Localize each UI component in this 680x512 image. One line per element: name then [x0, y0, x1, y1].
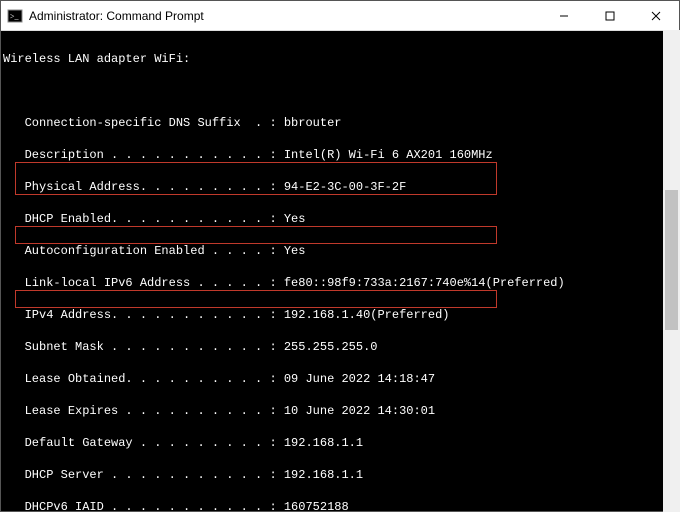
window-controls	[541, 1, 679, 30]
minimize-button[interactable]	[541, 1, 587, 30]
window-title: Administrator: Command Prompt	[29, 9, 541, 23]
line-autoconfig: Autoconfiguration Enabled . . . . : Yes	[3, 243, 677, 259]
line-ipv6: Link-local IPv6 Address . . . . . : fe80…	[3, 275, 677, 291]
line-subnet: Subnet Mask . . . . . . . . . . . : 255.…	[3, 339, 677, 355]
line-dns-suffix: Connection-specific DNS Suffix . : bbrou…	[3, 115, 677, 131]
scrollbar-thumb[interactable]	[665, 190, 678, 330]
terminal-body[interactable]: Wireless LAN adapter WiFi: Connection-sp…	[1, 31, 679, 511]
line-phys-addr: Physical Address. . . . . . . . . : 94-E…	[3, 179, 677, 195]
line-gateway: Default Gateway . . . . . . . . . : 192.…	[3, 435, 677, 451]
cmd-icon: >_	[7, 8, 23, 24]
maximize-button[interactable]	[587, 1, 633, 30]
titlebar[interactable]: >_ Administrator: Command Prompt	[1, 1, 679, 31]
line-lease-obtained: Lease Obtained. . . . . . . . . . : 09 J…	[3, 371, 677, 387]
line-ipv4: IPv4 Address. . . . . . . . . . . : 192.…	[3, 307, 677, 323]
line-dhcp-enabled: DHCP Enabled. . . . . . . . . . . : Yes	[3, 211, 677, 227]
line-dhcpv6-iaid: DHCPv6 IAID . . . . . . . . . . . : 1607…	[3, 499, 677, 511]
close-button[interactable]	[633, 1, 679, 30]
highlight-gateway	[15, 226, 497, 244]
window-frame: >_ Administrator: Command Prompt Wireles…	[0, 0, 680, 512]
svg-text:>_: >_	[10, 12, 20, 21]
line-lease-expires: Lease Expires . . . . . . . . . . : 10 J…	[3, 403, 677, 419]
vertical-scrollbar[interactable]	[663, 30, 680, 512]
line-description: Description . . . . . . . . . . . : Inte…	[3, 147, 677, 163]
highlight-dns	[15, 290, 497, 308]
section-header: Wireless LAN adapter WiFi:	[3, 51, 677, 67]
line-dhcp-server: DHCP Server . . . . . . . . . . . : 192.…	[3, 467, 677, 483]
